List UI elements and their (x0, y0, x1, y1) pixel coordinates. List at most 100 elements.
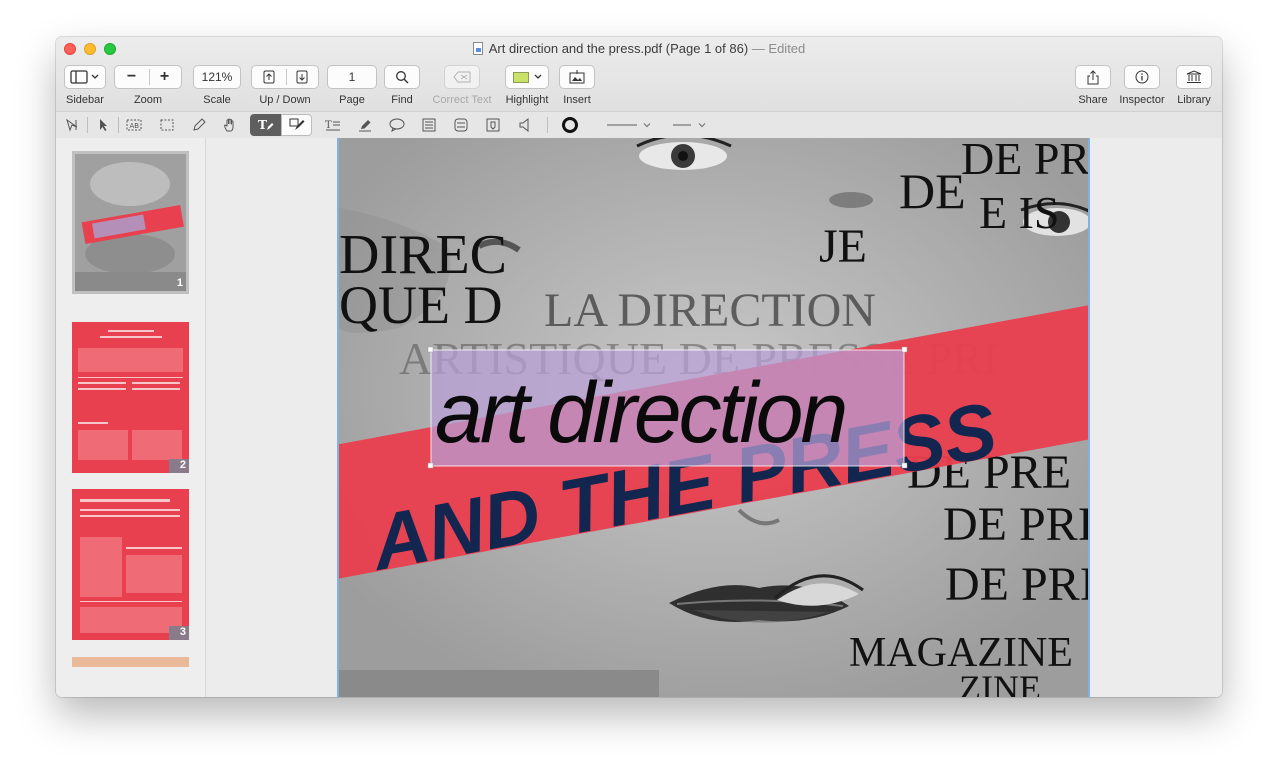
marquee-icon (160, 119, 174, 131)
bg-word-4: E IS (979, 187, 1060, 238)
headline-main: art direction (435, 365, 845, 461)
tools-separator (547, 117, 548, 133)
line-style-icon (607, 123, 651, 128)
sign-tool[interactable] (281, 114, 312, 136)
library-icon (1186, 70, 1202, 83)
highlight-label: Highlight (505, 94, 549, 106)
preview-window: Art direction and the press.pdf (Page 1 … (56, 37, 1222, 697)
document-view[interactable]: DE PRESSE DE DIREC E IS JE QUE D LA DIRE… (207, 138, 1222, 697)
highlight-button[interactable] (505, 65, 549, 89)
thumbnail-3-image (72, 489, 189, 640)
arrow-down-icon (296, 70, 307, 84)
updown-divider (286, 69, 287, 85)
bg-word-6: QUE D (339, 275, 502, 335)
arrow-select-tool[interactable] (89, 114, 117, 136)
bg-word-10: DE PRI (943, 498, 1088, 551)
arrow-up-icon (263, 70, 274, 84)
arrow-style-menu[interactable] (670, 114, 710, 136)
border-color-icon (562, 117, 578, 133)
sketch-tool[interactable] (185, 114, 213, 136)
arrow-style-icon (673, 123, 706, 128)
svg-text:AB: AB (130, 122, 140, 130)
inspector-label: Inspector (1119, 94, 1165, 106)
text-box-select-icon: AB (126, 119, 142, 131)
correct-text-label: Correct Text (432, 94, 492, 106)
find-button[interactable] (384, 65, 420, 89)
page-thumbnail-4[interactable] (72, 657, 189, 667)
bg-word-1: DE PRESSE (961, 138, 1088, 184)
selection-handle-tl[interactable] (427, 346, 434, 353)
page-number-field[interactable]: 1 (327, 65, 377, 89)
page-thumbnail-1[interactable]: 1 (72, 151, 189, 294)
signature-icon (289, 118, 304, 130)
page-up-button[interactable] (252, 70, 285, 84)
text-selection-tool[interactable] (58, 114, 86, 136)
rect-text-select-tool[interactable]: AB (120, 114, 148, 136)
zoom-in-button[interactable]: + (148, 68, 181, 86)
text-pen-icon: T (258, 118, 273, 132)
text-cursor-icon (66, 118, 78, 132)
speech-bubble-icon (389, 118, 405, 132)
speech-bubble-tool[interactable] (383, 114, 411, 136)
selection-handle-tr[interactable] (901, 346, 908, 353)
page-thumbnail-2[interactable]: 2 (72, 322, 189, 473)
speaker-icon (519, 118, 529, 132)
page-down-button[interactable] (285, 70, 318, 84)
scale-label: Scale (203, 94, 231, 106)
page-1-artwork: DE PRESSE DE DIREC E IS JE QUE D LA DIRE… (339, 138, 1088, 697)
chevron-down-icon (534, 74, 541, 79)
info-icon (1135, 70, 1149, 84)
bg-word-5: JE (819, 220, 867, 273)
note-tool[interactable] (415, 114, 443, 136)
text-style-icon: T (325, 120, 340, 131)
line-style-menu[interactable] (604, 114, 654, 136)
correct-text-button[interactable] (444, 65, 480, 89)
svg-text:T: T (258, 118, 267, 132)
share-button[interactable] (1075, 65, 1111, 89)
border-color-tool[interactable] (556, 114, 584, 136)
correct-text-icon (453, 71, 471, 83)
find-label: Find (391, 94, 413, 106)
thumbnail-2-number: 2 (179, 459, 186, 471)
share-label: Share (1078, 94, 1108, 106)
sidebar-toggle-button[interactable] (64, 65, 106, 89)
tools-separator (87, 117, 88, 133)
inspector-button[interactable] (1124, 65, 1160, 89)
text-style-tool[interactable]: T (319, 114, 347, 136)
sidebar-label: Sidebar (66, 94, 104, 106)
thumbnail-2-image (72, 322, 189, 473)
title-toolbar: Art direction and the press.pdf (Page 1 … (56, 37, 1222, 138)
document-filename: Art direction and the press.pdf (488, 41, 663, 56)
pdf-document-icon (472, 42, 483, 55)
highlighter-tool[interactable] (351, 114, 379, 136)
page-thumbnail-3[interactable]: 3 (72, 489, 189, 640)
bg-word-11: DE PRI (945, 558, 1088, 611)
window-title: Art direction and the press.pdf (Page 1 … (56, 41, 1222, 56)
library-label: Library (1177, 94, 1211, 106)
insert-label: Insert (563, 94, 591, 106)
rectangular-selection-tool[interactable] (153, 114, 181, 136)
audio-tool[interactable] (511, 114, 539, 136)
pdf-page-1: DE PRESSE DE DIREC E IS JE QUE D LA DIRE… (337, 138, 1090, 697)
zoom-out-button[interactable]: − (115, 68, 148, 86)
selection-handle-bl[interactable] (427, 462, 434, 469)
bg-word-7: LA DIRECTION (544, 284, 876, 337)
fill-color-icon (486, 118, 500, 132)
scale-field[interactable]: 121% (193, 65, 241, 89)
fill-color-tool[interactable] (479, 114, 507, 136)
hand-tool[interactable] (216, 114, 244, 136)
insert-image-icon (569, 70, 585, 84)
shape-style-tool[interactable] (447, 114, 475, 136)
page-info: (Page 1 of 86) (665, 41, 749, 56)
bg-word-13: ZINE (959, 668, 1041, 697)
note-icon (422, 118, 436, 132)
svg-text:T: T (325, 120, 332, 131)
border-style-icon (454, 118, 468, 132)
sidebar-icon (70, 70, 99, 84)
thumbnail-sidebar: 1 2 3 (56, 138, 206, 697)
library-button[interactable] (1176, 65, 1212, 89)
selection-handle-br[interactable] (901, 462, 908, 469)
text-tool[interactable]: T (250, 114, 281, 136)
zoom-divider (149, 69, 150, 85)
insert-button[interactable] (559, 65, 595, 89)
